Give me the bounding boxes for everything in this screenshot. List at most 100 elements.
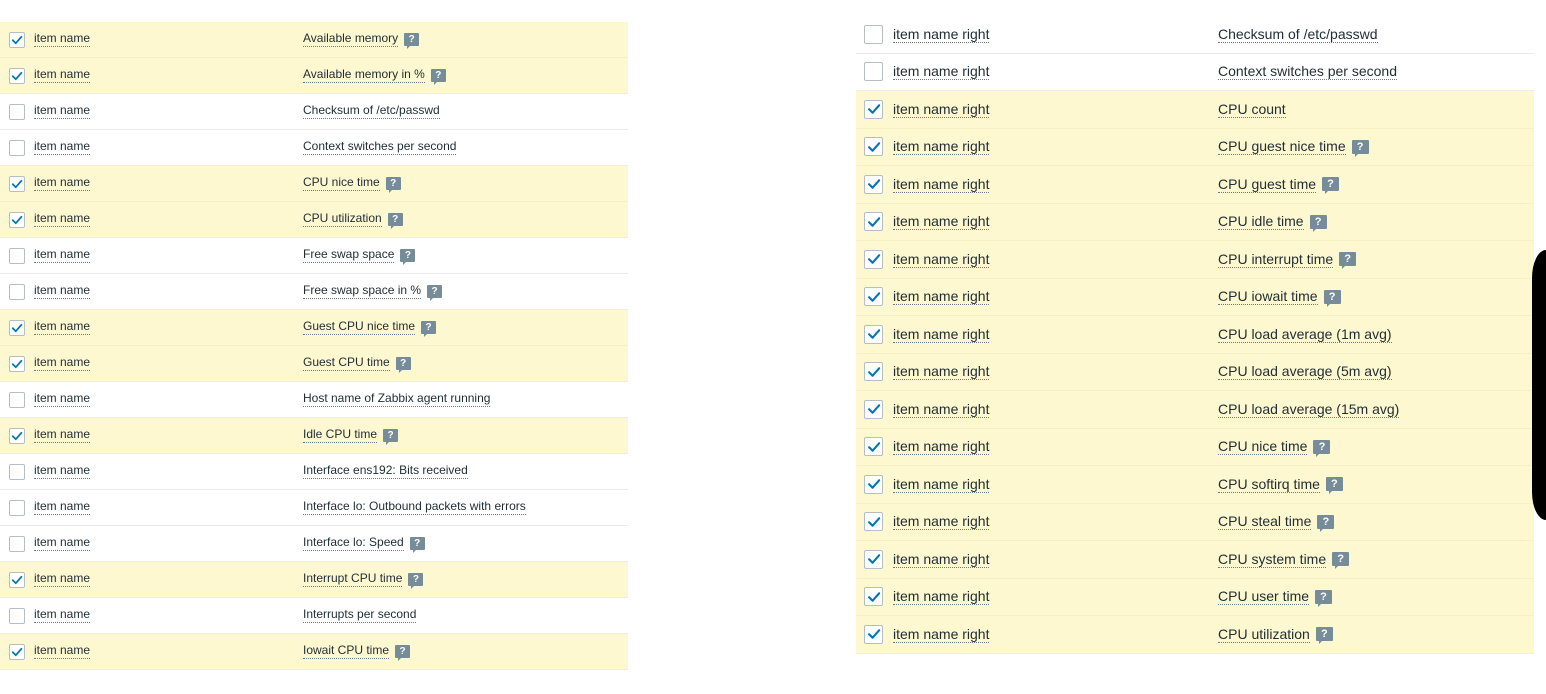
item-description-link[interactable]: Checksum of /etc/passwd [1218,26,1378,43]
item-checkbox[interactable] [864,324,883,344]
item-checkbox[interactable] [9,283,25,300]
item-checkbox[interactable] [9,499,25,516]
item-description-link[interactable]: Idle CPU time [303,427,378,443]
item-name-link[interactable]: item name [34,139,91,155]
help-icon[interactable]: ? [408,572,424,589]
item-checkbox[interactable] [864,362,883,382]
help-icon[interactable]: ? [1322,177,1340,195]
item-name-link[interactable]: item name right [893,363,990,381]
help-icon[interactable]: ? [395,356,411,373]
item-name-link[interactable]: item name [34,103,91,119]
item-name-link[interactable]: item name [34,319,91,335]
help-icon[interactable]: ? [427,284,443,301]
item-name-link[interactable]: item name right [893,626,990,643]
item-name-link[interactable]: item name [34,427,91,443]
item-checkbox[interactable] [864,287,883,307]
item-checkbox[interactable] [864,249,883,269]
item-description-link[interactable]: CPU utilization [1218,626,1310,643]
help-icon[interactable]: ? [387,212,403,229]
item-name-link[interactable]: item name [34,283,91,299]
item-name-link[interactable]: item name right [893,476,990,493]
help-icon[interactable]: ? [430,68,446,85]
item-checkbox[interactable] [9,607,25,624]
help-icon[interactable]: ? [1351,139,1369,157]
item-name-link[interactable]: item name right [893,213,990,231]
help-icon[interactable]: ? [1315,627,1333,645]
help-icon[interactable]: ? [383,428,399,445]
item-checkbox[interactable] [9,247,25,264]
help-icon[interactable]: ? [1317,514,1335,532]
help-icon[interactable]: ? [395,644,411,661]
item-name-link[interactable]: item name [34,499,91,515]
item-name-link[interactable]: item name right [893,176,990,193]
item-description-link[interactable]: Available memory [303,31,399,47]
item-description-link[interactable]: Free swap space in % [303,283,422,299]
item-description-link[interactable]: Guest CPU nice time [303,319,416,335]
item-name-link[interactable]: item name right [893,101,990,118]
side-scroll-handle[interactable] [1532,250,1546,520]
help-icon[interactable]: ? [1323,289,1341,307]
item-description-link[interactable]: Context switches per second [303,139,457,155]
item-name-link[interactable]: item name right [893,401,990,418]
item-description-link[interactable]: Guest CPU time [303,355,390,371]
item-checkbox[interactable] [864,137,883,157]
item-description-link[interactable]: Available memory in % [303,67,425,83]
item-checkbox[interactable] [864,512,883,532]
item-checkbox[interactable] [9,355,25,372]
item-description-link[interactable]: Interface lo: Outbound packets with erro… [303,499,526,515]
item-description-link[interactable]: CPU load average (5m avg) [1218,363,1392,381]
item-description-link[interactable]: CPU nice time [1218,438,1308,456]
help-icon[interactable]: ? [1332,552,1350,570]
item-checkbox[interactable] [9,67,25,84]
item-name-link[interactable]: item name [34,211,91,227]
item-name-link[interactable]: item name [34,391,91,407]
item-description-link[interactable]: CPU load average (15m avg) [1218,401,1400,418]
item-description-link[interactable]: CPU idle time [1218,213,1304,231]
item-name-link[interactable]: item name [34,643,91,659]
item-checkbox[interactable] [864,62,883,82]
item-name-link[interactable]: item name [34,247,91,263]
item-checkbox[interactable] [9,103,25,120]
help-icon[interactable]: ? [1315,589,1333,607]
item-description-link[interactable]: CPU nice time [303,175,380,191]
item-checkbox[interactable] [864,212,883,232]
help-icon[interactable]: ? [421,320,437,337]
item-description-link[interactable]: CPU steal time [1218,513,1312,531]
item-description-link[interactable]: Iowait CPU time [303,643,390,659]
item-name-link[interactable]: item name [34,607,91,623]
item-description-link[interactable]: Checksum of /etc/passwd [303,103,440,119]
item-description-link[interactable]: Interrupts per second [303,607,417,623]
item-description-link[interactable]: CPU guest nice time [1218,138,1346,156]
item-name-link[interactable]: item name right [893,513,990,531]
item-checkbox[interactable] [9,319,25,336]
help-icon[interactable]: ? [1325,477,1343,495]
item-checkbox[interactable] [9,211,25,228]
item-name-link[interactable]: item name [34,31,91,47]
item-checkbox[interactable] [864,549,883,569]
item-description-link[interactable]: Host name of Zabbix agent running [303,391,491,407]
item-description-link[interactable]: Free swap space [303,247,395,263]
item-description-link[interactable]: CPU user time [1218,588,1310,606]
item-checkbox[interactable] [864,24,883,44]
help-icon[interactable]: ? [400,248,416,265]
help-icon[interactable]: ? [385,176,401,193]
help-icon[interactable]: ? [1313,439,1331,457]
item-description-link[interactable]: CPU utilization [303,211,382,227]
help-icon[interactable]: ? [1339,252,1357,270]
item-checkbox[interactable] [864,174,883,194]
item-description-link[interactable]: CPU system time [1218,551,1327,568]
item-checkbox[interactable] [9,643,25,660]
item-name-link[interactable]: item name [34,571,91,587]
item-checkbox[interactable] [864,474,883,494]
item-description-link[interactable]: CPU interrupt time [1218,251,1334,268]
item-checkbox[interactable] [9,391,25,408]
item-checkbox[interactable] [9,571,25,588]
item-name-link[interactable]: item name right [893,551,990,568]
item-description-link[interactable]: Context switches per second [1218,63,1397,81]
item-name-link[interactable]: item name right [893,26,990,43]
item-checkbox[interactable] [9,427,25,444]
item-description-link[interactable]: CPU count [1218,101,1286,118]
item-name-link[interactable]: item name [34,355,91,371]
item-description-link[interactable]: Interrupt CPU time [303,571,403,587]
item-name-link[interactable]: item name [34,463,91,479]
